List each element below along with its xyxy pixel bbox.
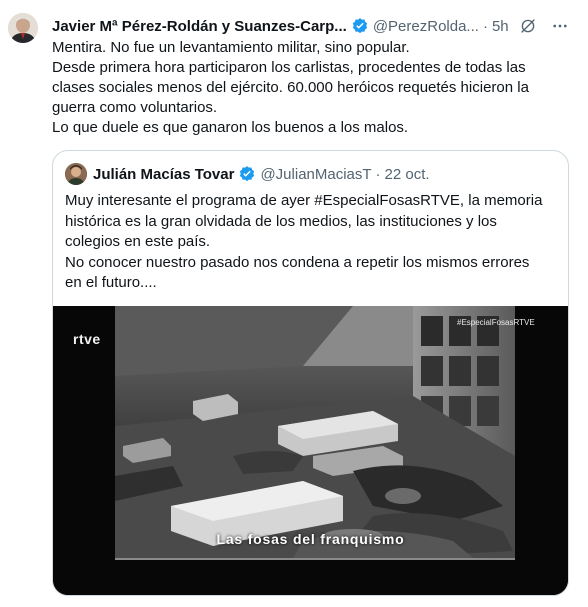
tweet-text: Mentira. No fue un levantamiento militar…	[52, 38, 582, 138]
author-name[interactable]: Javier Mª Pérez-Roldán y Suanzes-Carp...	[52, 18, 347, 35]
more-icon[interactable]	[551, 17, 569, 35]
quoted-text-line: colegios en este país.	[65, 233, 211, 250]
quoted-text-line: No conocer nuestro pasado nos condena a …	[65, 253, 530, 271]
separator-dot: ·	[375, 165, 381, 183]
quoted-text-line: en el futuro....	[65, 274, 157, 291]
tweet-time[interactable]: 5h	[492, 18, 509, 35]
grok-icon[interactable]	[519, 17, 537, 35]
video-media[interactable]: rtve #EspecialFosasRTVE Las fosas del fr…	[53, 306, 568, 595]
quoted-tweet[interactable]: Julián Macías Tovar @JulianMaciasT · 22 …	[52, 150, 569, 596]
quoted-text-line: Muy interesante el programa de ayer #Esp…	[65, 192, 543, 209]
tweet-text-line: clases sociales menos del ejército. 60.0…	[52, 79, 529, 96]
tweet-header: Javier Mª Pérez-Roldán y Suanzes-Carp...…	[52, 15, 578, 37]
quoted-text-line: histórica es la gran olvidada de los med…	[65, 212, 497, 230]
quoted-author-name[interactable]: Julián Macías Tovar	[93, 166, 234, 183]
tweet-text-line: Mentira. No fue un levantamiento militar…	[52, 39, 410, 56]
quoted-author-handle[interactable]: @JulianMaciasT	[260, 166, 371, 183]
rtve-logo: rtve	[73, 331, 101, 347]
video-hashtag-overlay: #EspecialFosasRTVE	[457, 318, 535, 327]
tweet[interactable]: Javier Mª Pérez-Roldán y Suanzes-Carp...…	[0, 0, 588, 607]
verified-badge-icon	[240, 166, 255, 182]
quoted-tweet-text: Muy interesante el programa de ayer #Esp…	[65, 191, 560, 294]
video-caption: Las fosas del franquismo	[216, 531, 405, 547]
author-avatar[interactable]	[8, 13, 38, 43]
video-frame	[53, 306, 568, 595]
tweet-text-line: Desde primera hora participaron los carl…	[52, 59, 526, 76]
quoted-author-avatar[interactable]	[65, 163, 87, 185]
separator-dot: ·	[482, 17, 488, 35]
author-handle[interactable]: @PerezRolda...	[373, 18, 479, 35]
tweet-text-line: Lo que duele es que ganaron los buenos a…	[52, 119, 409, 136]
quoted-tweet-header: Julián Macías Tovar @JulianMaciasT · 22 …	[65, 162, 430, 186]
quoted-tweet-date[interactable]: 22 oct.	[385, 166, 430, 183]
tweet-text-line: guerra como voluntarios.	[52, 99, 218, 116]
verified-badge-icon	[352, 18, 367, 34]
